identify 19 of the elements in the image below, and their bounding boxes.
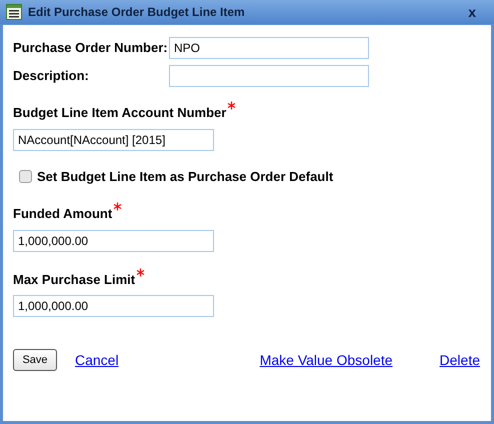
cancel-link[interactable]: Cancel — [75, 350, 119, 370]
delete-link[interactable]: Delete — [440, 350, 480, 370]
field-label: Purchase Order Number: — [13, 39, 169, 58]
make-obsolete-link[interactable]: Make Value Obsolete — [260, 350, 393, 370]
input-field[interactable]: NPO — [169, 37, 369, 59]
save-button[interactable]: Save — [13, 349, 57, 371]
checkbox[interactable] — [19, 170, 32, 183]
field-label: Funded Amount — [13, 205, 112, 223]
input-field[interactable]: 1,000,000.00 — [13, 295, 214, 317]
form-icon — [6, 4, 22, 20]
checkbox-label: Set Budget Line Item as Purchase Order Default — [37, 168, 334, 186]
close-button[interactable]: x — [468, 5, 476, 19]
field-label: Description: — [13, 67, 90, 86]
input-field[interactable]: 1,000,000.00 — [13, 230, 214, 252]
input-field[interactable]: NAccount[NAccount] [2015] — [13, 128, 214, 150]
field-label: Budget Line Item Account Number — [13, 104, 226, 122]
window-title: Edit Purchase Order Budget Line Item — [28, 4, 246, 21]
input-field[interactable] — [169, 65, 369, 87]
field-label: Max Purchase Limit — [13, 270, 136, 288]
